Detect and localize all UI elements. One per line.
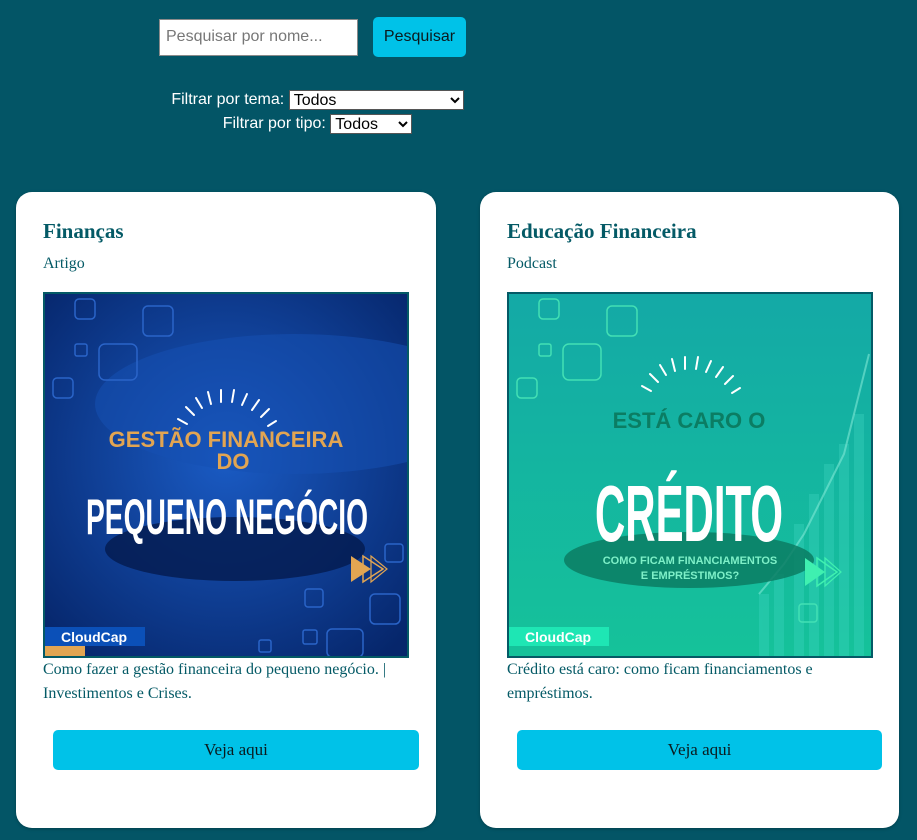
card-description: Como fazer a gestão financeira do pequen…	[43, 661, 387, 702]
filter-tema-label: Filtrar por tema:	[171, 91, 285, 108]
thumbnail-graphic: GESTÃO FINANCEIRA DO PEQUENO NEGÓCIO Clo…	[45, 294, 407, 656]
filter-tipo-row: Filtrar por tipo: Todos	[0, 112, 635, 136]
view-button[interactable]: Veja aqui	[517, 730, 882, 770]
card-type: Podcast	[507, 255, 557, 272]
view-button[interactable]: Veja aqui	[53, 730, 419, 770]
search-input[interactable]	[159, 18, 358, 56]
thumbnail-line4: E EMPRÉSTIMOS?	[641, 569, 740, 582]
search-bar: Pesquisar	[159, 17, 466, 57]
filters: Filtrar por tema: Todos Filtrar por tipo…	[0, 88, 635, 136]
card-description: Crédito está caro: como ficam financiame…	[507, 661, 813, 702]
thumbnail-line2: CRÉDITO	[595, 469, 783, 558]
filter-tema-select[interactable]: Todos	[288, 89, 464, 110]
thumbnail-line2: DO	[217, 449, 250, 474]
card-thumbnail: GESTÃO FINANCEIRA DO PEQUENO NEGÓCIO Clo…	[43, 292, 409, 658]
card-thumbnail: ESTÁ CARO O CRÉDITO COMO FICAM FINANCIAM…	[507, 292, 873, 658]
search-button[interactable]: Pesquisar	[373, 17, 466, 57]
thumbnail-line3: PEQUENO NEGÓCIO	[86, 489, 368, 545]
thumbnail-line1: ESTÁ CARO O	[613, 408, 766, 433]
card-title: Educação Financeira	[507, 219, 697, 243]
thumbnail-brand: CloudCap	[61, 629, 127, 645]
thumbnail-brand: CloudCap	[525, 629, 591, 645]
thumbnail-graphic: ESTÁ CARO O CRÉDITO COMO FICAM FINANCIAM…	[509, 294, 871, 656]
content-card-financas: Finanças Artigo GESTÃO FINANCEIRA DO PEQ…	[16, 192, 436, 828]
filter-tema-row: Filtrar por tema: Todos	[0, 88, 635, 112]
thumbnail-line3: COMO FICAM FINANCIAMENTOS	[603, 555, 778, 567]
content-card-educacao-financeira: Educação Financeira Podcast ESTÁ CARO O …	[480, 192, 899, 828]
filter-tipo-select[interactable]: Todos	[330, 113, 413, 134]
card-title: Finanças	[43, 219, 124, 243]
card-type: Artigo	[43, 255, 85, 272]
filter-tipo-label: Filtrar por tipo:	[222, 115, 326, 132]
